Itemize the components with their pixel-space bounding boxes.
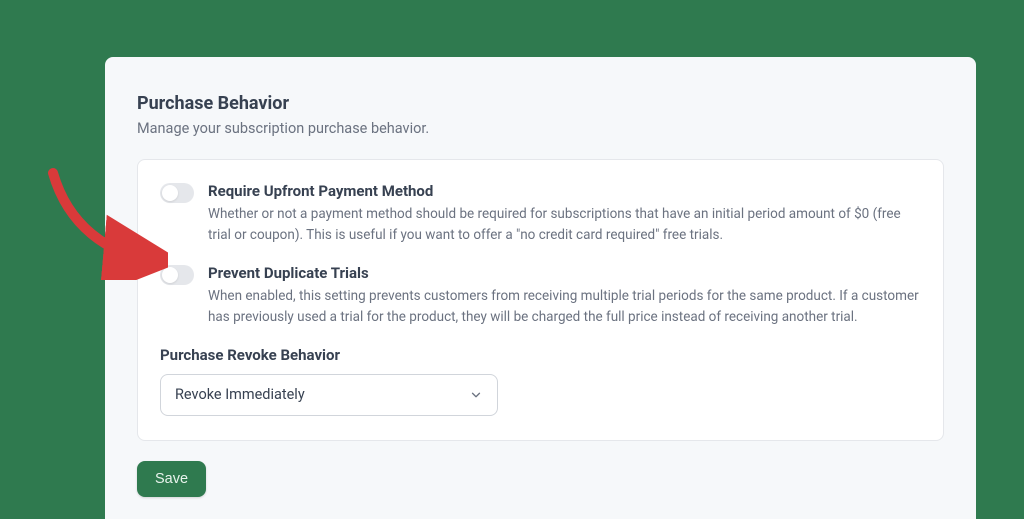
save-button[interactable]: Save (137, 461, 206, 497)
setting-text: Prevent Duplicate Trials When enabled, t… (208, 264, 921, 328)
setting-prevent-duplicate: Prevent Duplicate Trials When enabled, t… (160, 264, 921, 328)
require-upfront-toggle[interactable] (160, 183, 194, 203)
prevent-duplicate-help: When enabled, this setting prevents cust… (208, 286, 921, 328)
revoke-behavior-select[interactable]: Revoke Immediately (160, 374, 498, 416)
setting-text: Require Upfront Payment Method Whether o… (208, 182, 921, 246)
settings-card: Require Upfront Payment Method Whether o… (137, 159, 944, 441)
revoke-behavior-value: Revoke Immediately (175, 386, 305, 403)
revoke-behavior-select-wrap: Revoke Immediately (160, 374, 498, 416)
settings-panel: Purchase Behavior Manage your subscripti… (105, 57, 976, 519)
section-title: Purchase Behavior (137, 93, 944, 114)
prevent-duplicate-toggle[interactable] (160, 265, 194, 285)
require-upfront-label: Require Upfront Payment Method (208, 182, 921, 200)
prevent-duplicate-label: Prevent Duplicate Trials (208, 264, 921, 282)
require-upfront-help: Whether or not a payment method should b… (208, 204, 921, 246)
revoke-behavior-label: Purchase Revoke Behavior (160, 346, 921, 364)
section-description: Manage your subscription purchase behavi… (137, 120, 944, 137)
setting-require-upfront: Require Upfront Payment Method Whether o… (160, 182, 921, 246)
chevron-down-icon (469, 388, 483, 402)
